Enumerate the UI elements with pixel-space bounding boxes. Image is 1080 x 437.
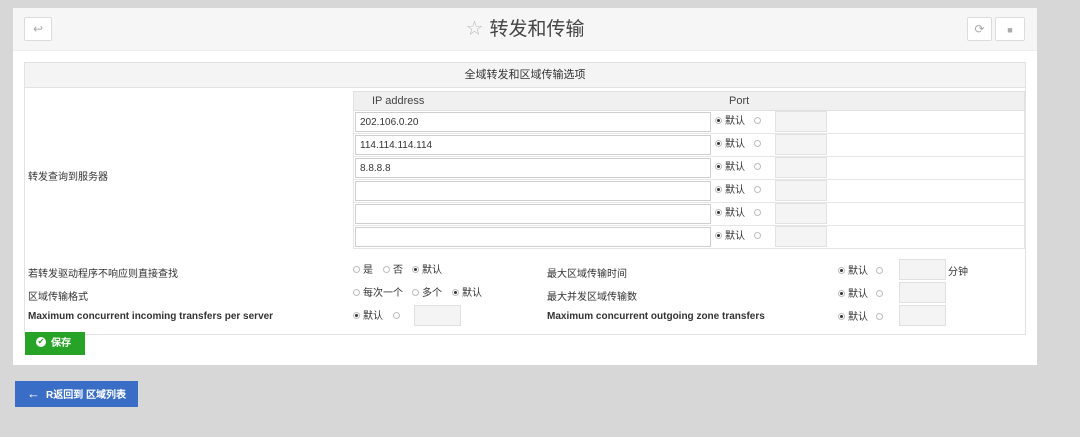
max-outgoing-custom-option[interactable] [876, 311, 886, 325]
star-icon[interactable]: ☆ [466, 18, 484, 40]
radio-icon [452, 288, 459, 296]
forwarders-header: IP address Port [353, 91, 1025, 111]
port-default-option[interactable]: 默认 [715, 230, 745, 244]
arrow-left-icon: ← [27, 386, 40, 401]
ip-column-header: IP address [372, 95, 425, 107]
radio-icon [754, 139, 761, 147]
transfer-format-many-option[interactable]: 多个 [412, 287, 442, 301]
direct-lookup-default-option[interactable]: 默认 [412, 264, 442, 278]
radio-icon [754, 231, 761, 239]
return-to-zone-list-button[interactable]: ← R返回到 区域列表 [15, 381, 138, 407]
port-input[interactable] [775, 134, 827, 155]
ip-input[interactable] [355, 158, 711, 178]
radio-icon [838, 312, 845, 320]
port-custom-option[interactable] [754, 138, 764, 152]
refresh-icon: ⟳ [974, 22, 985, 36]
port-input[interactable] [775, 157, 827, 178]
options-box: 全域转发和区域传输选项 转发查询到服务器 IP address Port 默认 … [24, 62, 1026, 335]
section-title: 全域转发和区域传输选项 [25, 63, 1025, 88]
radio-icon [838, 289, 845, 297]
transfer-format-each-option[interactable]: 每次一个 [353, 287, 403, 301]
max-transfer-time-label: 最大区域传输时间 [547, 269, 627, 280]
port-column-header: Port [729, 95, 750, 107]
transfer-format-label: 区域传输格式 [28, 292, 88, 303]
max-transfer-time-custom-option[interactable] [876, 265, 886, 279]
radio-icon [393, 311, 400, 319]
forwarder-row: 默认 [353, 226, 1025, 249]
radio-icon [754, 116, 761, 124]
max-incoming-label: Maximum concurrent incoming transfers pe… [28, 311, 274, 322]
page-title: ☆ 转发和传输 [465, 18, 585, 40]
max-transfer-time-default-option[interactable]: 默认 [838, 265, 868, 279]
max-outgoing-label: Maximum concurrent outgoing zone transfe… [547, 311, 765, 322]
max-concurrent-default-option[interactable]: 默认 [838, 288, 868, 302]
forwarder-row: 默认 [353, 157, 1025, 180]
port-custom-option[interactable] [754, 207, 764, 221]
port-default-option[interactable]: 默认 [715, 207, 745, 221]
radio-icon [876, 266, 883, 274]
radio-icon [412, 265, 419, 273]
radio-icon [412, 288, 419, 296]
forwarders-label: 转发查询到服务器 [28, 172, 108, 183]
port-custom-option[interactable] [754, 115, 764, 129]
forwarder-row: 默认 [353, 111, 1025, 134]
port-input[interactable] [775, 180, 827, 201]
radio-icon [754, 162, 761, 170]
ip-input[interactable] [355, 135, 711, 155]
radio-icon [715, 208, 722, 216]
title-bar: ↩ ☆ 转发和传输 ⟳ ■ [13, 8, 1037, 51]
direct-lookup-label: 若转发驱动程序不响应则直接查找 [28, 269, 178, 280]
port-custom-option[interactable] [754, 230, 764, 244]
max-outgoing-default-option[interactable]: 默认 [838, 311, 868, 325]
direct-lookup-yes-option[interactable]: 是 [353, 264, 373, 278]
max-concurrent-input[interactable] [899, 282, 946, 303]
radio-icon [876, 312, 883, 320]
port-default-option[interactable]: 默认 [715, 138, 745, 152]
forwarder-row: 默认 [353, 134, 1025, 157]
radio-icon [876, 289, 883, 297]
max-incoming-input[interactable] [414, 305, 461, 326]
max-incoming-custom-option[interactable] [393, 310, 403, 324]
radio-icon [715, 116, 722, 124]
ip-input[interactable] [355, 112, 711, 132]
max-concurrent-custom-option[interactable] [876, 288, 886, 302]
max-outgoing-input[interactable] [899, 305, 946, 326]
save-button[interactable]: ✔ 保存 [25, 332, 85, 355]
radio-icon [353, 288, 360, 296]
port-default-option[interactable]: 默认 [715, 115, 745, 129]
ip-input[interactable] [355, 181, 711, 201]
ip-input[interactable] [355, 204, 711, 224]
radio-icon [715, 162, 722, 170]
radio-icon [715, 139, 722, 147]
ip-input[interactable] [355, 227, 711, 247]
radio-icon [353, 311, 360, 319]
radio-icon [383, 265, 390, 273]
minutes-unit-label: 分钟 [948, 267, 968, 278]
port-input[interactable] [775, 111, 827, 132]
forwarder-row: 默认 [353, 180, 1025, 203]
menu-icon: ■ [1007, 25, 1013, 35]
radio-icon [754, 185, 761, 193]
port-input[interactable] [775, 203, 827, 224]
radio-icon [838, 266, 845, 274]
port-custom-option[interactable] [754, 184, 764, 198]
transfer-format-default-option[interactable]: 默认 [452, 287, 482, 301]
radio-icon [715, 231, 722, 239]
port-custom-option[interactable] [754, 161, 764, 175]
radio-icon [754, 208, 761, 216]
refresh-button[interactable]: ⟳ [967, 17, 992, 41]
port-default-option[interactable]: 默认 [715, 184, 745, 198]
max-incoming-default-option[interactable]: 默认 [353, 310, 383, 324]
max-concurrent-label: 最大并发区域传输数 [547, 292, 637, 303]
max-transfer-time-input[interactable] [899, 259, 946, 280]
forwarder-row: 默认 [353, 203, 1025, 226]
check-circle-icon: ✔ [36, 337, 46, 348]
main-panel: ↩ ☆ 转发和传输 ⟳ ■ 全域转发和区域传输选项 转发查询到服务器 IP add… [13, 8, 1037, 365]
port-input[interactable] [775, 226, 827, 247]
menu-button[interactable]: ■ [995, 17, 1025, 41]
port-default-option[interactable]: 默认 [715, 161, 745, 175]
radio-icon [353, 265, 360, 273]
direct-lookup-no-option[interactable]: 否 [383, 264, 403, 278]
radio-icon [715, 185, 722, 193]
